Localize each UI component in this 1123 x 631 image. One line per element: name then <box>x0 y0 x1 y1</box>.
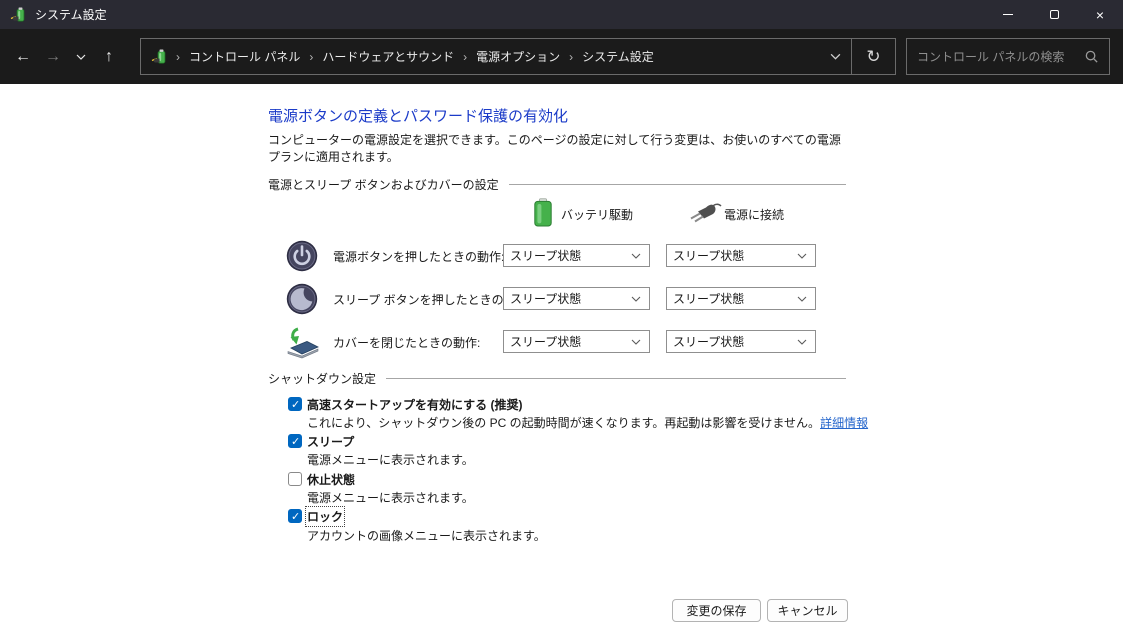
plug-icon <box>688 203 722 223</box>
power-button-plugged-select[interactable]: スリープ状態 <box>666 244 816 267</box>
power-button-battery-select[interactable]: スリープ状態 <box>503 244 650 267</box>
breadcrumb-system-settings[interactable]: システム設定 <box>582 48 654 65</box>
chevron-down-icon <box>631 296 641 302</box>
search-input[interactable] <box>907 50 1084 64</box>
address-dropdown-button[interactable] <box>830 53 841 60</box>
lock-description: アカウントの画像メニューに表示されます。 <box>307 527 546 544</box>
navigation-bar: ← → ↑ › コントロール パネル › ハードウェアとサウンド › 電源オプシ… <box>0 29 1123 84</box>
window-controls: × <box>985 0 1123 29</box>
chevron-down-icon <box>830 53 841 60</box>
battery-column-header: バッテリ駆動 <box>561 206 633 223</box>
hibernate-label[interactable]: 休止状態 <box>307 471 355 488</box>
section-divider <box>509 184 846 185</box>
breadcrumb-hardware-and-sound[interactable]: ハードウェアとサウンド <box>322 48 454 65</box>
refresh-icon: ↻ <box>866 47 880 67</box>
page-description: コンピューターの電源設定を選択できます。このページの設定に対して行う変更は、お使… <box>268 132 850 166</box>
nav-buttons: ← → ↑ <box>8 29 124 84</box>
select-value: スリープ状態 <box>510 333 581 350</box>
sleep-description: 電源メニューに表示されます。 <box>307 451 474 468</box>
power-options-app-icon <box>10 7 26 23</box>
back-icon: ← <box>15 48 31 66</box>
chevron-down-icon <box>797 253 807 259</box>
address-bar[interactable]: › コントロール パネル › ハードウェアとサウンド › 電源オプション › シ… <box>140 38 852 75</box>
lid-close-icon <box>284 326 320 360</box>
maximize-icon <box>1050 10 1059 19</box>
shutdown-section-title: シャットダウン設定 <box>268 370 376 387</box>
lid-close-battery-select[interactable]: スリープ状態 <box>503 330 650 353</box>
crumb-separator: › <box>463 50 467 64</box>
hibernate-checkbox[interactable] <box>288 472 302 486</box>
more-info-link[interactable]: 詳細情報 <box>820 416 868 430</box>
sleep-label[interactable]: スリープ <box>307 433 354 450</box>
fast-startup-checkbox[interactable] <box>288 397 302 411</box>
cancel-button[interactable]: キャンセル <box>767 599 848 622</box>
up-icon: ↑ <box>105 48 113 66</box>
chevron-down-icon <box>797 339 807 345</box>
fast-startup-label[interactable]: 高速スタートアップを有効にする (推奨) <box>307 396 522 413</box>
close-button[interactable]: × <box>1077 0 1123 29</box>
save-changes-button[interactable]: 変更の保存 <box>672 599 761 622</box>
fast-startup-description-text: これにより、シャットダウン後の PC の起動時間が速くなります。再起動は影響を受… <box>307 416 820 430</box>
breadcrumb-power-options[interactable]: 電源オプション <box>476 48 560 65</box>
sleep-button-icon <box>286 283 318 315</box>
select-value: スリープ状態 <box>510 247 581 264</box>
refresh-button[interactable]: ↻ <box>852 38 896 75</box>
select-value: スリープ状態 <box>673 333 744 350</box>
lid-close-plugged-select[interactable]: スリープ状態 <box>666 330 816 353</box>
battery-icon <box>534 198 552 227</box>
chevron-down-icon <box>797 296 807 302</box>
power-button-row-label: 電源ボタンを押したときの動作: <box>333 248 504 265</box>
breadcrumb-control-panel[interactable]: コントロール パネル <box>189 48 300 65</box>
back-button[interactable]: ← <box>8 42 38 72</box>
plugged-column-header: 電源に接続 <box>724 206 784 223</box>
power-button-icon <box>286 240 318 272</box>
sleep-button-row-label: スリープ ボタンを押したときの動作: <box>333 291 531 308</box>
minimize-icon <box>1003 14 1013 15</box>
chevron-down-icon <box>76 54 86 60</box>
forward-button[interactable]: → <box>38 42 68 72</box>
select-value: スリープ状態 <box>673 290 744 307</box>
sleep-button-battery-select[interactable]: スリープ状態 <box>503 287 650 310</box>
sleep-checkbox[interactable] <box>288 434 302 448</box>
chevron-down-icon <box>631 339 641 345</box>
power-options-breadcrumb-icon <box>151 49 167 65</box>
chevron-down-icon <box>631 253 641 259</box>
crumb-separator: › <box>569 50 573 64</box>
title-bar: システム設定 × <box>0 0 1123 29</box>
sleep-button-plugged-select[interactable]: スリープ状態 <box>666 287 816 310</box>
search-icon <box>1084 49 1099 64</box>
crumb-separator: › <box>309 50 313 64</box>
system-settings-window: システム設定 × ← → ↑ › コントロール パネル <box>0 0 1123 631</box>
window-title: システム設定 <box>35 6 107 23</box>
section-divider <box>386 378 846 379</box>
maximize-button[interactable] <box>1031 0 1077 29</box>
page-title: 電源ボタンの定義とパスワード保護の有効化 <box>268 105 568 126</box>
recent-pages-button[interactable] <box>68 42 94 72</box>
forward-icon: → <box>45 48 61 66</box>
power-section-title: 電源とスリープ ボタンおよびカバーの設定 <box>268 176 499 193</box>
up-button[interactable]: ↑ <box>94 42 124 72</box>
select-value: スリープ状態 <box>673 247 744 264</box>
hibernate-description: 電源メニューに表示されます。 <box>307 489 474 506</box>
minimize-button[interactable] <box>985 0 1031 29</box>
search-box <box>906 38 1110 75</box>
power-section-header: 電源とスリープ ボタンおよびカバーの設定 <box>268 176 846 193</box>
page-content: 電源ボタンの定義とパスワード保護の有効化 コンピューターの電源設定を選択できます… <box>0 84 1123 631</box>
lock-label[interactable]: ロック <box>307 508 343 525</box>
shutdown-section-header: シャットダウン設定 <box>268 370 846 387</box>
crumb-separator: › <box>176 50 180 64</box>
select-value: スリープ状態 <box>510 290 581 307</box>
close-icon: × <box>1096 8 1104 22</box>
lid-close-row-label: カバーを閉じたときの動作: <box>333 334 480 351</box>
lock-checkbox[interactable] <box>288 509 302 523</box>
fast-startup-description: これにより、シャットダウン後の PC の起動時間が速くなります。再起動は影響を受… <box>307 414 868 431</box>
